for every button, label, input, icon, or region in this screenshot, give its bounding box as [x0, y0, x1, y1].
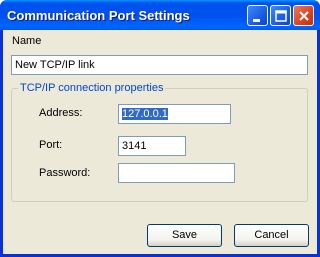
port-field[interactable]: 3141 — [118, 136, 186, 156]
dialog-window: Communication Port Settings Name New TCP… — [0, 0, 320, 257]
close-icon — [299, 11, 309, 21]
dialog-body: Name New TCP/IP link TCP/IP connection p… — [3, 30, 317, 254]
password-field[interactable] — [118, 163, 235, 183]
group-title: TCP/IP connection properties — [18, 82, 166, 94]
save-button[interactable]: Save — [147, 224, 222, 247]
maximize-button[interactable] — [270, 5, 291, 26]
minimize-button[interactable] — [247, 5, 268, 26]
password-label: Password: — [39, 167, 91, 179]
maximize-icon — [275, 10, 287, 22]
close-button[interactable] — [293, 5, 314, 26]
window-title: Communication Port Settings — [7, 8, 190, 23]
name-label: Name — [12, 35, 42, 47]
address-field[interactable]: 127.0.0.1 — [118, 104, 231, 124]
address-label: Address: — [39, 107, 83, 119]
cancel-button[interactable]: Cancel — [234, 224, 309, 247]
port-label: Port: — [39, 139, 63, 151]
minimize-icon — [253, 19, 260, 22]
name-field[interactable]: New TCP/IP link — [11, 55, 308, 75]
title-bar[interactable]: Communication Port Settings — [0, 0, 320, 30]
address-value: 127.0.0.1 — [122, 108, 168, 120]
